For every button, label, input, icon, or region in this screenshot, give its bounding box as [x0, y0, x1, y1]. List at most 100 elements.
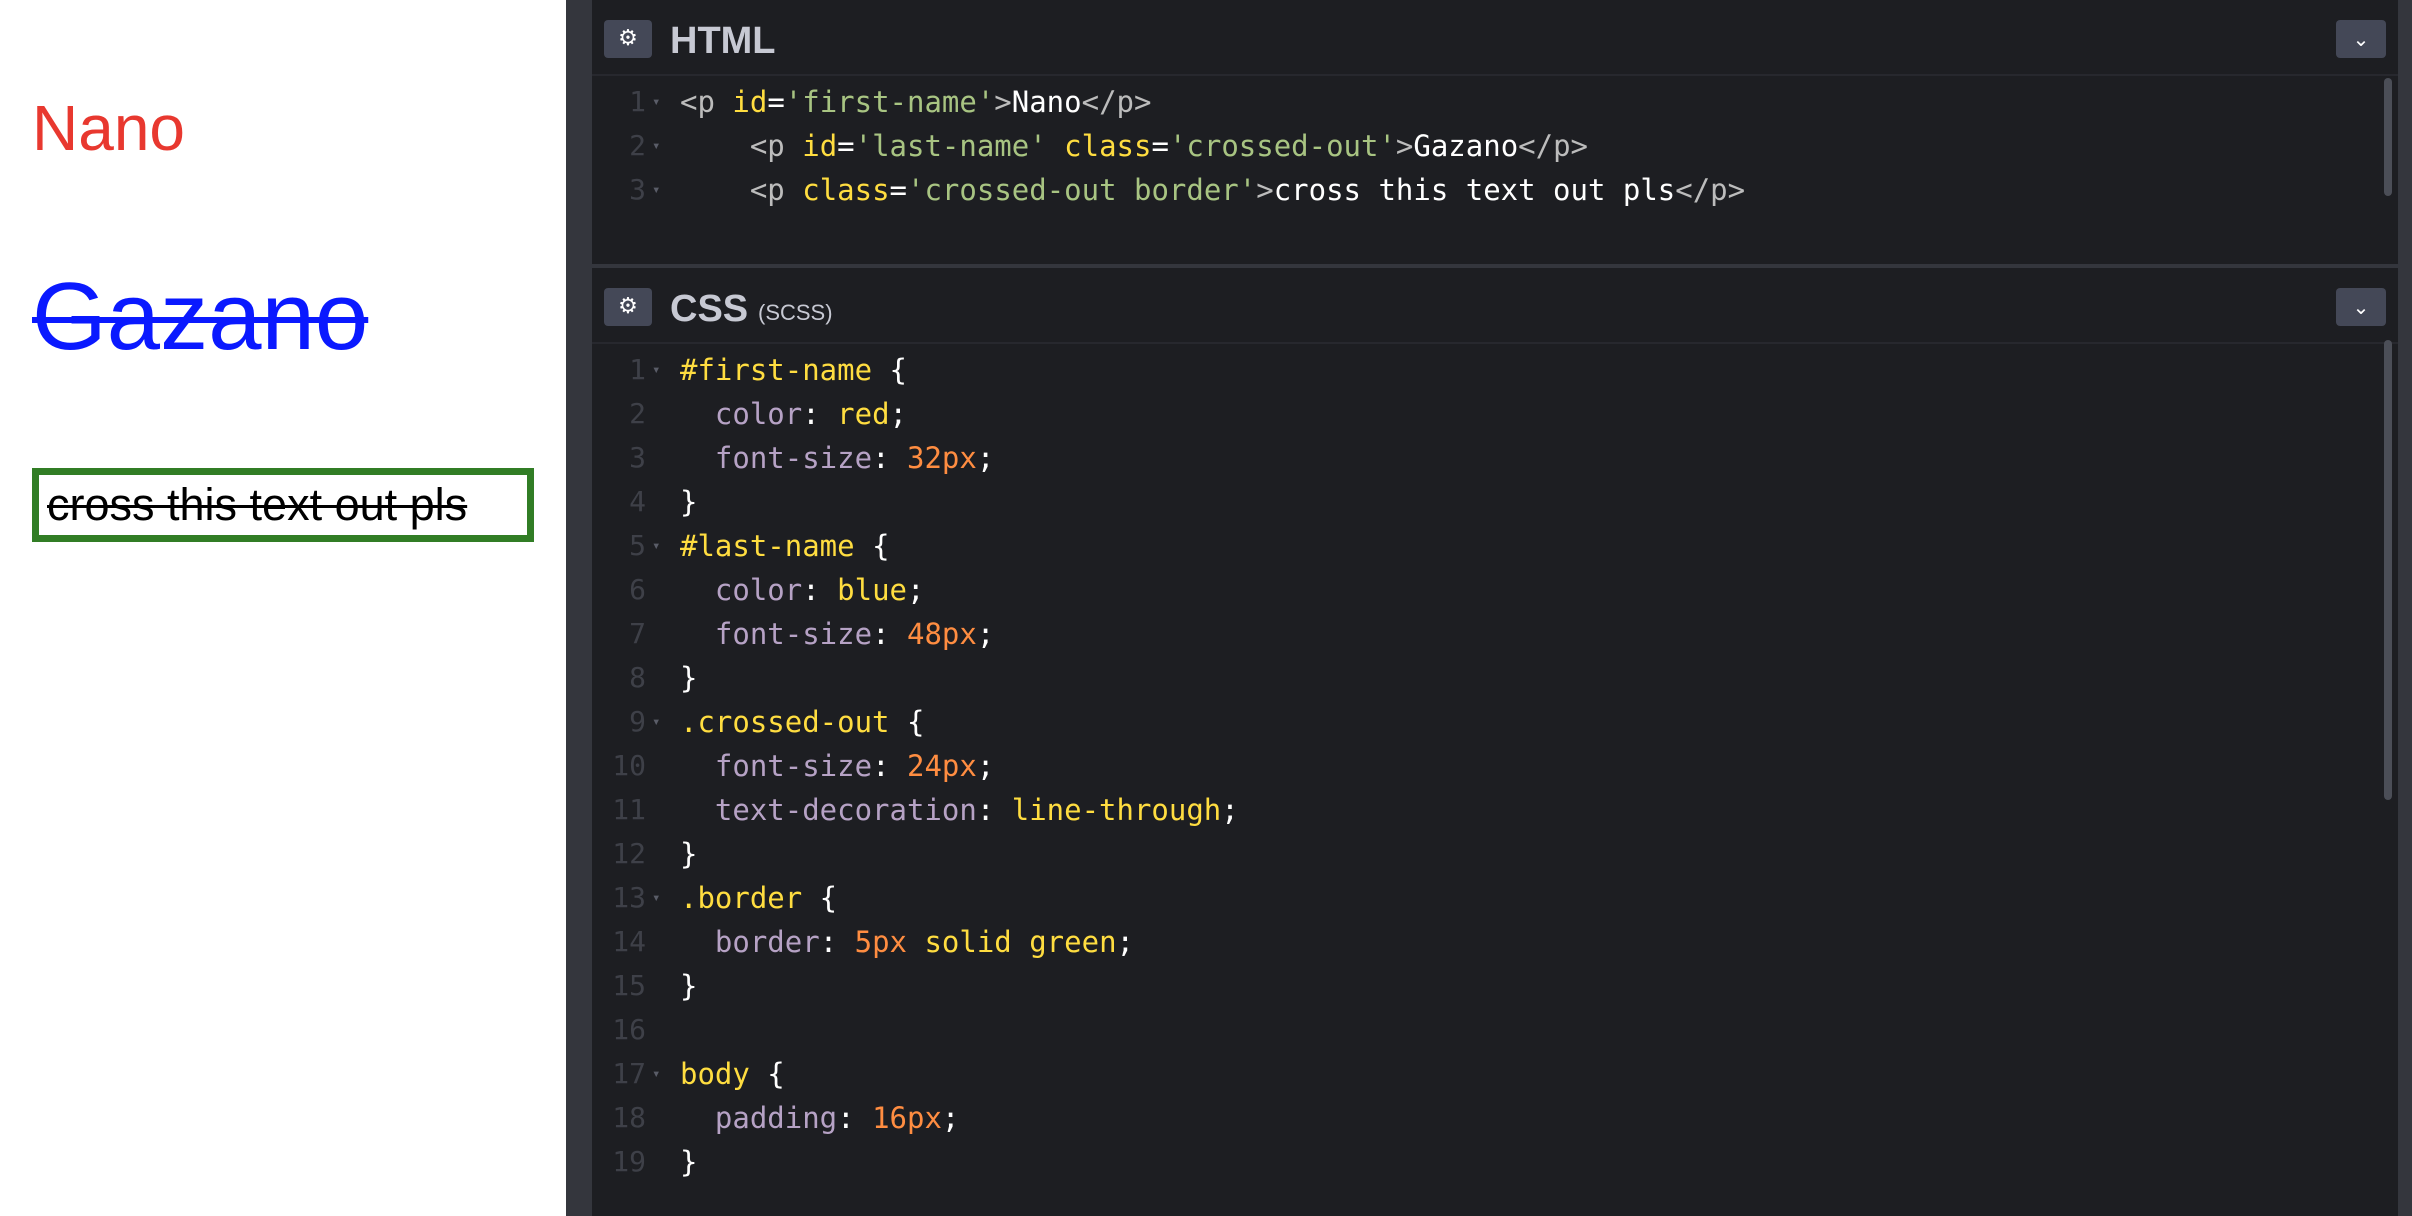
code-line[interactable]: 1 ▾ <p id='first-name'>Nano</p>	[592, 80, 2398, 124]
code-line[interactable]: 3 ▾ <p class='crossed-out border'>cross t…	[592, 168, 2398, 212]
fold-toggle-icon[interactable]: ▾	[652, 124, 660, 168]
code-line[interactable]: 6 color: blue;	[592, 568, 2398, 612]
css-panel-title: CSS	[670, 288, 749, 330]
code-token: :	[802, 397, 838, 431]
code-line[interactable]: 13 ▾ .border {	[592, 876, 2398, 920]
code-line[interactable]: 12}	[592, 832, 2398, 876]
code-text: .border {	[680, 876, 837, 920]
code-token: #last-name	[680, 529, 855, 563]
css-panel-header: ⚙ CSS (SCSS) ⌄	[592, 268, 2398, 344]
code-token: }	[680, 837, 698, 871]
code-text: <p id='last-name' class='crossed-out'>Ga…	[680, 124, 1588, 168]
code-line[interactable]: 16	[592, 1008, 2398, 1052]
code-text: }	[680, 832, 697, 876]
line-number: 2	[629, 397, 646, 430]
code-line[interactable]: 1 ▾ #first-name {	[592, 348, 2398, 392]
code-token: red	[837, 397, 890, 431]
code-line[interactable]: 5 ▾ #last-name {	[592, 524, 2398, 568]
code-line[interactable]: 2 color: red;	[592, 392, 2398, 436]
code-line[interactable]: 11 text-decoration: line-through;	[592, 788, 2398, 832]
code-line[interactable]: 9 ▾ .crossed-out {	[592, 700, 2398, 744]
code-token: #first-name	[680, 353, 873, 387]
code-token: ;	[1116, 925, 1134, 959]
code-line[interactable]: 3 font-size: 32px;	[592, 436, 2398, 480]
line-number: 17	[612, 1057, 646, 1090]
code-token: <p	[680, 85, 733, 119]
code-line[interactable]: 4}	[592, 480, 2398, 524]
gear-icon[interactable]: ⚙	[604, 288, 652, 326]
code-token: :	[976, 793, 1012, 827]
code-line[interactable]: 7 font-size: 48px;	[592, 612, 2398, 656]
code-token: blue	[837, 573, 907, 607]
code-token: =	[767, 85, 785, 119]
line-number: 19	[612, 1145, 646, 1178]
code-token: </p>	[1675, 173, 1746, 207]
code-token: }	[680, 969, 698, 1003]
code-line[interactable]: 18 padding: 16px;	[592, 1096, 2398, 1140]
preview-first-name: Nano	[32, 92, 185, 164]
code-text: text-decoration: line-through;	[680, 788, 1239, 832]
fold-toggle-icon[interactable]: ▾	[652, 1052, 660, 1096]
code-text: }	[680, 964, 697, 1008]
line-number: 6	[629, 573, 646, 606]
chevron-down-icon[interactable]: ⌄	[2336, 20, 2386, 58]
line-number: 11	[612, 793, 646, 826]
chevron-down-icon[interactable]: ⌄	[2336, 288, 2386, 326]
code-token: class	[1064, 129, 1152, 163]
fold-toggle-icon[interactable]: ▾	[652, 524, 660, 568]
code-token: 'crossed-out'	[1168, 129, 1396, 163]
fold-toggle-icon[interactable]: ▾	[652, 168, 660, 212]
code-token: }	[680, 1145, 698, 1179]
code-token: font-size	[714, 749, 873, 783]
css-code-editor[interactable]: 1 ▾ #first-name {2 color: red; 3 font-size:…	[592, 348, 2398, 1184]
line-number: 2	[629, 129, 646, 162]
code-token: color	[714, 573, 803, 607]
css-editor-scrollbar[interactable]	[2384, 340, 2392, 800]
code-token: cross this text out pls	[1273, 173, 1676, 207]
code-token: >	[1256, 173, 1274, 207]
code-token: .border	[680, 881, 803, 915]
fold-toggle-icon[interactable]: ▾	[652, 700, 660, 744]
code-token: 16px	[872, 1101, 942, 1135]
editor-area: ⚙ HTML ⌄ 1 ▾ <p id='first-name'>Nano</p> 2 ▾…	[566, 0, 2412, 1216]
code-line[interactable]: 17 ▾ body {	[592, 1052, 2398, 1096]
line-number: 10	[612, 749, 646, 782]
html-panel-header: ⚙ HTML ⌄	[592, 0, 2398, 76]
code-token: :	[819, 925, 855, 959]
code-token: }	[680, 661, 698, 695]
fold-toggle-icon[interactable]: ▾	[652, 348, 660, 392]
code-line[interactable]: 15}	[592, 964, 2398, 1008]
line-number: 3	[629, 441, 646, 474]
html-code-editor[interactable]: 1 ▾ <p id='first-name'>Nano</p> 2 ▾ <p id='l…	[592, 80, 2398, 212]
code-token: color	[714, 397, 803, 431]
code-text: border: 5px solid green;	[680, 920, 1134, 964]
code-token: Gazano	[1413, 129, 1519, 163]
code-text: font-size: 48px;	[680, 612, 994, 656]
code-line[interactable]: 19}	[592, 1140, 2398, 1184]
code-line[interactable]: 8}	[592, 656, 2398, 700]
code-text: color: red;	[680, 392, 907, 436]
code-line[interactable]: 2 ▾ <p id='last-name' class='crossed-out'…	[592, 124, 2398, 168]
fold-toggle-icon[interactable]: ▾	[652, 876, 660, 920]
code-token: 'crossed-out border'	[907, 173, 1257, 207]
code-token: :	[872, 617, 907, 651]
code-token: 'last-name'	[854, 129, 1047, 163]
code-line[interactable]: 14 border: 5px solid green;	[592, 920, 2398, 964]
gear-icon[interactable]: ⚙	[604, 20, 652, 58]
code-token: >	[1395, 129, 1414, 163]
code-token: solid green	[924, 925, 1117, 959]
code-token: =	[889, 173, 908, 207]
html-editor-scrollbar[interactable]	[2384, 78, 2392, 196]
line-number: 5	[629, 529, 646, 562]
line-number: 12	[612, 837, 646, 870]
code-line[interactable]: 10 font-size: 24px;	[592, 744, 2398, 788]
code-token: {	[872, 353, 907, 387]
fold-toggle-icon[interactable]: ▾	[652, 80, 660, 124]
code-token: ;	[941, 1101, 960, 1135]
